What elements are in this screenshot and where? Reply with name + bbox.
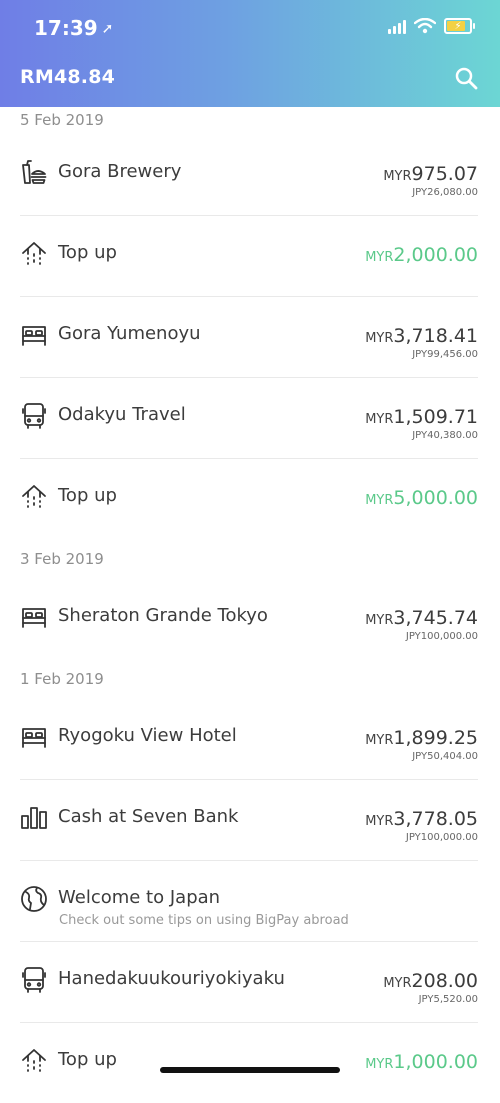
amount-value: 2,000.00 — [393, 244, 478, 266]
bed-icon — [20, 321, 48, 349]
foreign-amount: JPY40,380.00 — [412, 430, 478, 441]
amount-currency: MYR — [383, 976, 412, 991]
transaction-amount: MYR3,745.74 — [365, 607, 478, 629]
status-time: 17:39 ➚ — [34, 16, 114, 40]
amount-currency: MYR — [365, 733, 394, 748]
date-header: 3 Feb 2019 — [20, 550, 104, 568]
foreign-amount: JPY99,456.00 — [412, 349, 478, 360]
transaction-row[interactable]: Odakyu Travel MYR1,509.71 JPY40,380.00 — [20, 378, 478, 459]
cash-icon — [20, 804, 48, 832]
foreign-amount: JPY26,080.00 — [412, 187, 478, 198]
bed-icon — [20, 723, 48, 751]
transaction-list: 5 Feb 2019 Gora Brewery MYR975.07 JPY26,080… — [0, 107, 500, 1103]
amount-value: 3,778.05 — [393, 808, 478, 830]
bus-icon — [20, 402, 48, 430]
foreign-amount: JPY5,520.00 — [418, 994, 478, 1005]
transaction-amount: MYR5,000.00 — [365, 487, 478, 509]
transaction-row[interactable]: Ryogoku View Hotel MYR1,899.25 JPY50,404.0… — [20, 699, 478, 780]
transaction-amount: MYR1,000.00 — [365, 1051, 478, 1073]
transaction-amount: MYR1,899.25 — [365, 727, 478, 749]
globe-icon — [20, 885, 48, 913]
transaction-amount: MYR2,000.00 — [365, 244, 478, 266]
foreign-amount: JPY100,000.00 — [405, 631, 478, 642]
date-header: 5 Feb 2019 — [20, 111, 104, 129]
search-icon[interactable] — [454, 66, 478, 90]
transaction-row[interactable]: Top up MYR2,000.00 — [20, 216, 478, 297]
amount-currency: MYR — [365, 331, 394, 346]
transaction-name: Top up — [58, 1049, 117, 1070]
transaction-amount: MYR1,509.71 — [365, 406, 478, 428]
amount-currency: MYR — [365, 613, 394, 628]
amount-value: 208.00 — [411, 970, 478, 992]
transaction-name: Hanedakuukouriyokiyaku — [58, 968, 285, 989]
amount-value: 5,000.00 — [393, 487, 478, 509]
battery-icon: ⚡ — [444, 18, 475, 34]
transaction-row[interactable]: Cash at Seven Bank MYR3,778.05 JPY100,000.… — [20, 780, 478, 861]
foreign-amount: JPY100,000.00 — [405, 832, 478, 843]
transaction-row[interactable]: Hanedakuukouriyokiyaku MYR208.00 JPY5,520.… — [20, 942, 478, 1023]
app-header: 17:39 ➚ ⚡ RM48.84 — [0, 0, 500, 107]
transaction-amount: MYR3,778.05 — [365, 808, 478, 830]
transaction-row[interactable]: Top up MYR5,000.00 — [20, 459, 478, 539]
amount-value: 3,718.41 — [393, 325, 478, 347]
transaction-row[interactable]: Welcome to Japan Check out some tips on u… — [20, 861, 478, 942]
amount-currency: MYR — [365, 1057, 394, 1072]
transaction-name: Ryogoku View Hotel — [58, 725, 237, 746]
transaction-subtitle: Check out some tips on using BigPay abro… — [59, 913, 349, 928]
topup-icon — [20, 240, 48, 268]
wifi-icon — [414, 18, 436, 34]
amount-currency: MYR — [365, 814, 394, 829]
status-bar: 17:39 ➚ ⚡ — [0, 14, 500, 44]
balance-amount: RM48.84 — [20, 66, 116, 88]
amount-value: 1,509.71 — [393, 406, 478, 428]
bus-icon — [20, 966, 48, 994]
topup-icon — [20, 1047, 48, 1075]
topup-icon — [20, 483, 48, 511]
location-arrow-icon: ➚ — [101, 21, 114, 37]
transaction-amount: MYR3,718.41 — [365, 325, 478, 347]
amount-value: 975.07 — [411, 163, 478, 185]
transaction-name: Odakyu Travel — [58, 404, 186, 425]
food-icon — [20, 159, 48, 187]
cellular-signal-icon — [388, 18, 406, 34]
transaction-name: Sheraton Grande Tokyo — [58, 605, 268, 626]
amount-currency: MYR — [365, 250, 394, 265]
transaction-name: Gora Yumenoyu — [58, 323, 201, 344]
system-icons: ⚡ — [388, 18, 475, 34]
date-header: 1 Feb 2019 — [20, 670, 104, 688]
transaction-name: Cash at Seven Bank — [58, 806, 239, 827]
home-indicator[interactable] — [160, 1067, 340, 1073]
transaction-name: Gora Brewery — [58, 161, 182, 182]
transaction-row[interactable]: Gora Brewery MYR975.07 JPY26,080.00 — [20, 135, 478, 216]
foreign-amount: JPY50,404.00 — [412, 751, 478, 762]
transaction-amount: MYR975.07 — [383, 163, 478, 185]
amount-currency: MYR — [383, 169, 412, 184]
amount-currency: MYR — [365, 493, 394, 508]
transaction-name: Welcome to Japan — [58, 887, 221, 908]
bed-icon — [20, 603, 48, 631]
transaction-amount: MYR208.00 — [383, 970, 478, 992]
amount-currency: MYR — [365, 412, 394, 427]
transaction-row[interactable]: Gora Yumenoyu MYR3,718.41 JPY99,456.00 — [20, 297, 478, 378]
amount-value: 1,899.25 — [393, 727, 478, 749]
amount-value: 1,000.00 — [393, 1051, 478, 1073]
transaction-name: Top up — [58, 485, 117, 506]
amount-value: 3,745.74 — [393, 607, 478, 629]
transaction-name: Top up — [58, 242, 117, 263]
transaction-row[interactable]: Sheraton Grande Tokyo MYR3,745.74 JPY100,0… — [20, 579, 478, 659]
transaction-row[interactable]: Top up MYR1,000.00 — [20, 1023, 478, 1103]
